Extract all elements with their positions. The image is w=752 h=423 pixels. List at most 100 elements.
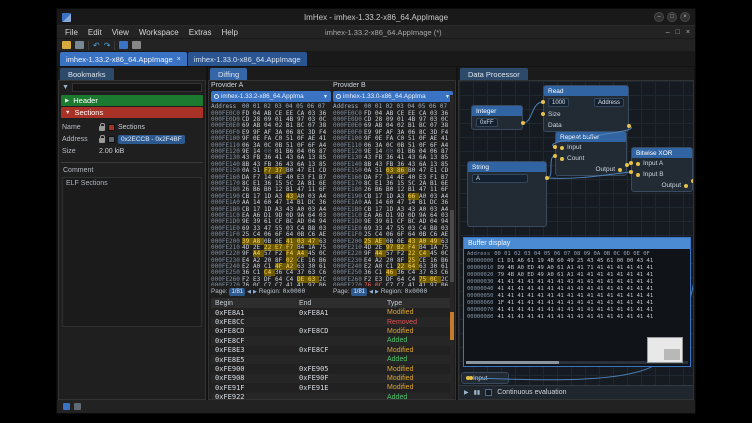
- hex-byte[interactable]: 41: [408, 282, 419, 286]
- provider-b-file-select[interactable]: imhex-1.33.0-x86_64.AppIma ▼: [333, 91, 453, 102]
- hex-view-provider-b[interactable]: 000FE0C0FD04ABCEEECA0336000FE0D0CD280901…: [333, 110, 453, 286]
- hex-byte[interactable]: C7: [386, 282, 397, 286]
- diff-table-row[interactable]: 0xFE8E30xFE8CFModified: [211, 346, 453, 355]
- buffer-row[interactable]: 0000002079 4B A0 ED 49 A0 61 A1 41 41 41…: [467, 272, 687, 279]
- node-bitwise-xor[interactable]: Bitwise XOR Input AInput BOutput: [631, 147, 693, 192]
- buffer-row[interactable]: 0000004041 41 41 41 41 41 41 41 41 41 41…: [467, 286, 687, 293]
- repeat-input-pin[interactable]: [560, 146, 564, 150]
- menu-edit[interactable]: Edit: [83, 28, 107, 37]
- close-button[interactable]: ×: [680, 12, 690, 22]
- menu-view[interactable]: View: [107, 28, 134, 37]
- bookmark-header-section[interactable]: ▶ Header: [61, 95, 203, 106]
- xor-input-pin[interactable]: [636, 162, 640, 166]
- prev-page-icon[interactable]: ◀: [369, 289, 373, 295]
- node-read[interactable]: Read 1000 Address Size Data: [543, 85, 629, 132]
- hex-byte[interactable]: 41: [419, 282, 430, 286]
- node-repeat-buffer[interactable]: Repeat buffer InputCountOutput: [555, 131, 627, 176]
- integer-value-input[interactable]: 0xFF: [476, 118, 498, 127]
- buffer-row[interactable]: 0000003041 41 41 41 41 41 41 41 41 41 41…: [467, 279, 687, 286]
- buffer-row[interactable]: 00000010D9 4B A0 ED 49 A0 61 A1 41 71 41…: [467, 265, 687, 272]
- hex-row[interactable]: 000FE270760CC7C7414197B6: [333, 283, 453, 286]
- open-file-icon[interactable]: [62, 41, 71, 49]
- file-tab[interactable]: imhex-1.33.0-x86_64.AppImage: [188, 52, 307, 66]
- hex-view-provider-a[interactable]: 000FE0C0FD04ABCEEECA0336000FE0D0CD280901…: [211, 110, 331, 286]
- diff-table-row[interactable]: 0xFE8CFAdded: [211, 336, 453, 345]
- hex-byte[interactable]: 41: [297, 282, 308, 286]
- node-xor-title[interactable]: Bitwise XOR: [632, 148, 692, 158]
- xor-input-pin[interactable]: [636, 173, 640, 177]
- hex-byte[interactable]: C7: [397, 282, 408, 286]
- diff-table-row[interactable]: 0xFE922Added: [211, 393, 453, 400]
- name-value[interactable]: Sections: [118, 124, 145, 131]
- repeat-input-pin[interactable]: [560, 157, 564, 161]
- tab-data-processor[interactable]: Data Processor: [460, 68, 528, 80]
- hex-byte[interactable]: 41: [286, 282, 297, 286]
- title-bar[interactable]: ImHex - imhex-1.33.2-x86_64.AppImage –□×: [57, 9, 695, 25]
- read-size-value-input[interactable]: 1000: [548, 98, 569, 107]
- node-input[interactable]: Input: [461, 372, 509, 384]
- node-canvas[interactable]: Integer 0xFF Read 1000 Address Size Data: [459, 81, 693, 385]
- scrollbar-thumb[interactable]: [450, 210, 454, 282]
- column-type[interactable]: Type: [387, 300, 453, 307]
- minimap[interactable]: [647, 337, 683, 363]
- menu-workspace[interactable]: Workspace: [134, 28, 184, 37]
- diff-table-row[interactable]: 0xFE91F0xFE91EModified: [211, 383, 453, 392]
- diff-table-row[interactable]: 0xFE8E5Added: [211, 355, 453, 364]
- save-icon[interactable]: [75, 41, 84, 49]
- bookmark-sections-section[interactable]: ▼ Sections: [61, 107, 203, 118]
- pause-icon[interactable]: ▮▮: [474, 389, 481, 396]
- string-value-input[interactable]: A: [472, 174, 528, 183]
- node-string[interactable]: String A: [467, 161, 547, 227]
- page-value[interactable]: 1/81: [229, 288, 245, 296]
- menubar-maximize-button[interactable]: □: [676, 29, 680, 36]
- lock-icon[interactable]: [99, 138, 105, 143]
- node-integer-title[interactable]: Integer: [472, 106, 522, 116]
- lock-icon[interactable]: [99, 126, 105, 131]
- redo-icon[interactable]: ↷: [104, 41, 111, 50]
- node-integer[interactable]: Integer 0xFF: [471, 105, 523, 130]
- repeat-output-pin[interactable]: [618, 168, 622, 172]
- node-string-title[interactable]: String: [468, 162, 546, 172]
- menubar-minimize-button[interactable]: –: [666, 29, 670, 36]
- page-value[interactable]: 1/81: [351, 288, 367, 296]
- next-page-icon[interactable]: ▶: [253, 289, 257, 295]
- hex-byte[interactable]: 0C: [375, 282, 386, 286]
- hex-byte[interactable]: 76: [364, 282, 375, 286]
- color-swatch[interactable]: [108, 124, 115, 131]
- maximize-button[interactable]: □: [667, 12, 677, 22]
- status-network-icon[interactable]: [63, 403, 70, 410]
- hex-byte[interactable]: 76: [242, 282, 253, 286]
- hex-row[interactable]: 000FE270760CC7C7414197B6: [211, 283, 331, 286]
- menu-extras[interactable]: Extras: [184, 28, 217, 37]
- tools-icon[interactable]: [132, 41, 141, 49]
- column-begin[interactable]: Begin: [211, 300, 299, 307]
- minimize-button[interactable]: –: [654, 12, 664, 22]
- buffer-row[interactable]: 0000008041 41 41 41 41 41 41 41 41 41 41…: [467, 314, 687, 321]
- buffer-row[interactable]: 0000005041 41 41 41 41 41 41 41 41 41 41…: [467, 293, 687, 300]
- tab-diffing[interactable]: Diffing: [210, 68, 247, 80]
- diff-table-row[interactable]: 0xFE9080xFE90FModified: [211, 374, 453, 383]
- menu-help[interactable]: Help: [216, 28, 242, 37]
- buffer-scrollbar-thumb[interactable]: [466, 361, 559, 364]
- hex-byte[interactable]: 97: [308, 282, 319, 286]
- diff-table-row[interactable]: 0xFE9000xFE905Modified: [211, 364, 453, 373]
- hex-byte[interactable]: B6: [319, 282, 330, 286]
- diff-table-row[interactable]: 0xFE8CCRemoved: [211, 317, 453, 326]
- buffer-row[interactable]: 0000007041 41 41 41 41 41 41 41 41 41 41…: [467, 307, 687, 314]
- column-end[interactable]: End: [299, 300, 387, 307]
- next-page-icon[interactable]: ▶: [375, 289, 379, 295]
- provider-a-file-select[interactable]: imhex-1.33.2-x86_64.AppIma ▼: [211, 91, 331, 102]
- menu-file[interactable]: File: [60, 28, 83, 37]
- diff-table-row[interactable]: 0xFE8CD0xFE8CDModified: [211, 327, 453, 336]
- continuous-evaluation-checkbox[interactable]: [485, 389, 492, 396]
- tab-bookmarks[interactable]: Bookmarks: [60, 68, 114, 80]
- prev-page-icon[interactable]: ◀: [247, 289, 251, 295]
- menubar-close-button[interactable]: ×: [686, 29, 690, 36]
- buffer-row[interactable]: 000000601F 41 41 41 41 41 41 41 41 41 41…: [467, 300, 687, 307]
- bookmark-icon[interactable]: [119, 41, 128, 49]
- node-read-title[interactable]: Read: [544, 86, 628, 96]
- hex-byte[interactable]: 0C: [253, 282, 264, 286]
- xor-output-pin[interactable]: [684, 184, 688, 188]
- diff-table-row[interactable]: 0xFE8A10xFE8A1Modified: [211, 308, 453, 317]
- address-range-chip[interactable]: 0x2ECCB - 0x2F4BF: [118, 135, 185, 144]
